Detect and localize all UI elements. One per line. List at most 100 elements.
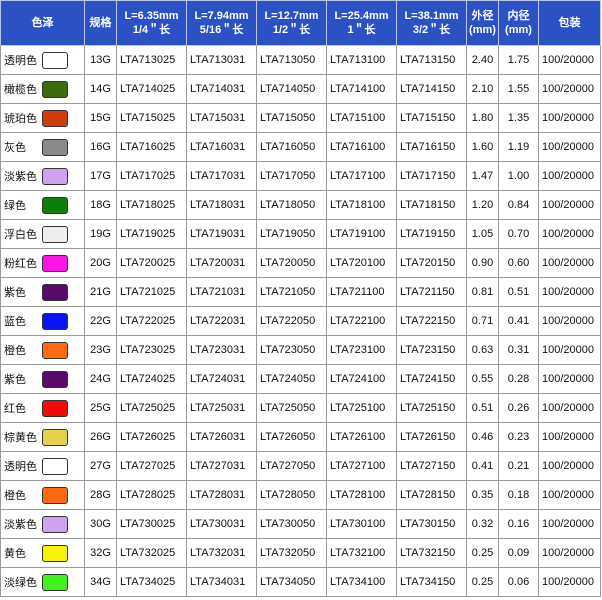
outer-diameter-cell: 0.71: [466, 306, 499, 336]
color-swatch: [42, 544, 68, 562]
color-cell: 淡绿色: [0, 567, 85, 597]
code-6-35-cell: LTA717025: [116, 161, 187, 191]
color-name: 淡紫色: [4, 171, 37, 183]
inner-diameter-cell: 0.26: [498, 393, 539, 423]
inner-diameter-cell: 1.75: [498, 45, 539, 75]
code-7-94-cell: LTA720031: [186, 248, 257, 278]
code-25-4-cell: LTA714100: [326, 74, 397, 104]
outer-diameter-cell: 0.51: [466, 393, 499, 423]
spec-cell: 20G: [84, 248, 117, 278]
color-swatch: [42, 51, 68, 69]
inner-diameter-cell: 0.51: [498, 277, 539, 307]
code-12-7-cell: LTA728050: [256, 480, 327, 510]
code-6-35-cell: LTA724025: [116, 364, 187, 394]
code-25-4-cell: LTA734100: [326, 567, 397, 597]
code-12-7-cell: LTA719050: [256, 219, 327, 249]
packing-cell: 100/20000: [538, 103, 601, 133]
table-row: 橙色 28G LTA728025 LTA728031 LTA728050 LTA72810…: [0, 480, 601, 510]
table-row: 紫色 24G LTA724025 LTA724031 LTA724050 LTA72410…: [0, 364, 601, 394]
color-name: 红色: [4, 403, 26, 415]
table-row: 棕黄色 26G LTA726025 LTA726031 LTA726050 LTA7261…: [0, 422, 601, 452]
spec-cell: 14G: [84, 74, 117, 104]
spec-cell: 16G: [84, 132, 117, 162]
color-cell: 红色: [0, 393, 85, 423]
packing-cell: 100/20000: [538, 422, 601, 452]
code-25-4-cell: LTA721100: [326, 277, 397, 307]
code-38-1-cell: LTA724150: [396, 364, 467, 394]
code-7-94-cell: LTA732031: [186, 538, 257, 568]
table-row: 淡紫色 30G LTA730025 LTA730031 LTA730050 LTA7301…: [0, 509, 601, 539]
outer-diameter-cell: 2.10: [466, 74, 499, 104]
code-38-1-cell: LTA732150: [396, 538, 467, 568]
table-row: 黄色 32G LTA732025 LTA732031 LTA732050 LTA73210…: [0, 538, 601, 568]
spec-cell: 18G: [84, 190, 117, 220]
code-12-7-cell: LTA726050: [256, 422, 327, 452]
code-7-94-cell: LTA721031: [186, 277, 257, 307]
code-25-4-cell: LTA718100: [326, 190, 397, 220]
color-cell: 淡紫色: [0, 509, 85, 539]
spec-sheet: 色泽 规格 L=6.35mm 1/4＂长 L=7.94mm 5/16＂长 L=12.7mm 1…: [0, 0, 602, 600]
packing-cell: 100/20000: [538, 190, 601, 220]
color-name: 透明色: [4, 461, 37, 473]
color-name: 粉红色: [4, 258, 37, 270]
code-6-35-cell: LTA718025: [116, 190, 187, 220]
packing-cell: 100/20000: [538, 393, 601, 423]
header-len-25-4: L=25.4mm 1＂长: [326, 0, 397, 46]
code-25-4-cell: LTA720100: [326, 248, 397, 278]
outer-diameter-cell: 0.90: [466, 248, 499, 278]
code-7-94-cell: LTA715031: [186, 103, 257, 133]
spec-cell: 26G: [84, 422, 117, 452]
packing-cell: 100/20000: [538, 45, 601, 75]
code-6-35-cell: LTA730025: [116, 509, 187, 539]
color-name: 棕黄色: [4, 432, 37, 444]
inner-diameter-cell: 0.41: [498, 306, 539, 336]
color-cell: 黄色: [0, 538, 85, 568]
header-line-2: 1/4＂长: [132, 24, 171, 36]
packing-cell: 100/20000: [538, 219, 601, 249]
inner-diameter-cell: 0.84: [498, 190, 539, 220]
outer-diameter-cell: 1.80: [466, 103, 499, 133]
packing-cell: 100/20000: [538, 567, 601, 597]
code-38-1-cell: LTA730150: [396, 509, 467, 539]
header-line-2: 1/2＂长: [272, 24, 311, 36]
color-swatch: [42, 341, 68, 359]
code-38-1-cell: LTA723150: [396, 335, 467, 365]
code-12-7-cell: LTA714050: [256, 74, 327, 104]
code-25-4-cell: LTA723100: [326, 335, 397, 365]
outer-diameter-cell: 1.05: [466, 219, 499, 249]
packing-cell: 100/20000: [538, 480, 601, 510]
header-line-1: 规格: [89, 17, 112, 29]
color-swatch: [42, 428, 68, 446]
code-6-35-cell: LTA719025: [116, 219, 187, 249]
inner-diameter-cell: 0.16: [498, 509, 539, 539]
color-name: 橙色: [4, 345, 26, 357]
code-12-7-cell: LTA725050: [256, 393, 327, 423]
code-7-94-cell: LTA723031: [186, 335, 257, 365]
table-row: 透明色 13G LTA713025 LTA713031 LTA713050 LTA7131…: [0, 45, 601, 75]
color-swatch: [42, 573, 68, 591]
code-25-4-cell: LTA727100: [326, 451, 397, 481]
code-38-1-cell: LTA715150: [396, 103, 467, 133]
header-line-1: L=12.7mm: [264, 10, 319, 22]
packing-cell: 100/20000: [538, 451, 601, 481]
color-name: 橙色: [4, 490, 26, 502]
color-cell: 透明色: [0, 451, 85, 481]
inner-diameter-cell: 0.70: [498, 219, 539, 249]
header-line-1: L=7.94mm: [194, 10, 249, 22]
color-name: 琥珀色: [4, 113, 37, 125]
code-25-4-cell: LTA724100: [326, 364, 397, 394]
packing-cell: 100/20000: [538, 248, 601, 278]
color-swatch: [42, 254, 68, 272]
inner-diameter-cell: 0.06: [498, 567, 539, 597]
color-swatch: [42, 80, 68, 98]
table-row: 紫色 21G LTA721025 LTA721031 LTA721050 LTA72110…: [0, 277, 601, 307]
color-swatch: [42, 486, 68, 504]
color-cell: 淡紫色: [0, 161, 85, 191]
code-25-4-cell: LTA725100: [326, 393, 397, 423]
inner-diameter-cell: 0.09: [498, 538, 539, 568]
header-line-2: 3/2＂长: [412, 24, 451, 36]
spec-cell: 13G: [84, 45, 117, 75]
header-line-2: (mm): [469, 24, 496, 36]
code-12-7-cell: LTA716050: [256, 132, 327, 162]
code-38-1-cell: LTA716150: [396, 132, 467, 162]
